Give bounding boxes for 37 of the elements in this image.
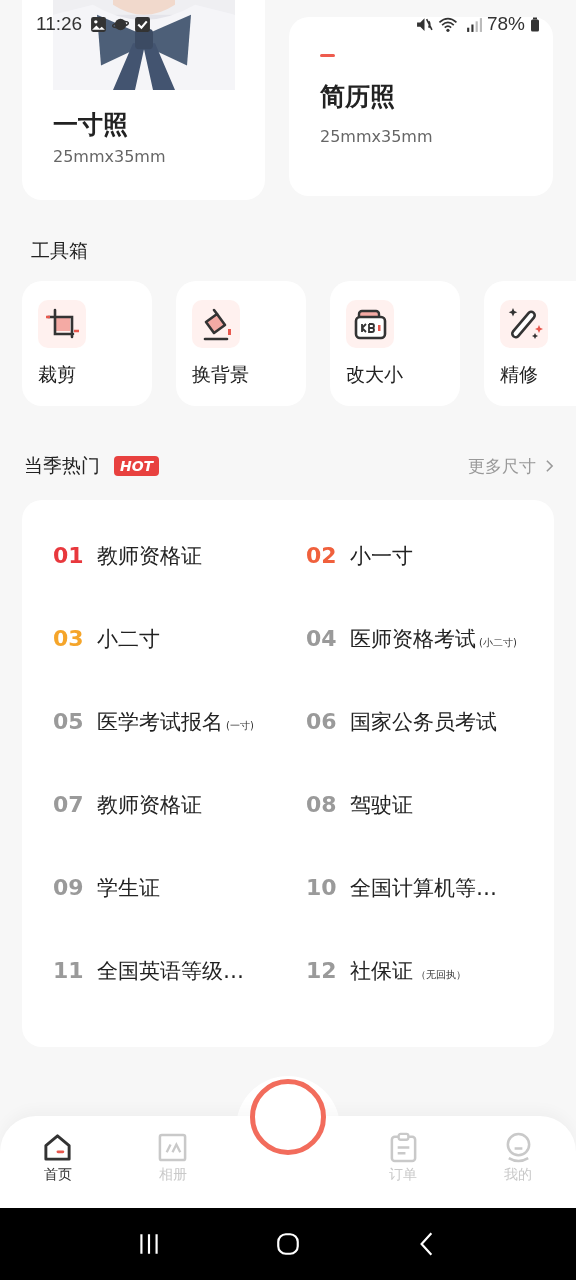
tool-card[interactable]: 改大小: [330, 281, 460, 406]
ranking-item[interactable]: 07 教师资格证: [53, 775, 306, 858]
ranking-item[interactable]: 06 国家公务员考试: [306, 692, 554, 775]
paint-bucket-icon: [192, 300, 240, 348]
tool-card[interactable]: 裁剪: [22, 281, 152, 406]
ranking-item[interactable]: 05 医学考试报名(一寸): [53, 692, 306, 775]
section-title: 工具箱: [31, 238, 89, 263]
card-title: 一寸照: [53, 109, 129, 141]
magic-wand-icon: [500, 300, 548, 348]
ranking-item[interactable]: 09 学生证: [53, 858, 306, 941]
crop-icon: [38, 300, 86, 348]
chevron-right-icon: [545, 459, 554, 473]
status-time: 11:26: [36, 13, 83, 35]
size-label: 25mmx35mm: [320, 127, 434, 146]
battery-icon: [530, 15, 540, 33]
tool-card[interactable]: 精修: [484, 281, 576, 406]
camera-button[interactable]: [250, 1079, 326, 1155]
nav-tab[interactable]: 首页: [42, 1132, 74, 1184]
mute-icon: [415, 15, 433, 33]
hot-badge: HOT: [114, 456, 160, 476]
signal-icon: [464, 15, 482, 33]
ranking-item[interactable]: 03 小二寸: [53, 609, 306, 692]
size-label: 25mmx35mm: [53, 147, 167, 166]
home-icon[interactable]: [275, 1231, 301, 1257]
ranking-item[interactable]: 04 医师资格考试(小二寸): [306, 609, 554, 692]
card-title: 简历照: [320, 81, 396, 113]
ranking-item[interactable]: 11 全国英语等级…: [53, 941, 306, 1024]
section-title: 当季热门: [24, 453, 100, 478]
wifi-icon: [437, 15, 460, 33]
ranking-item[interactable]: 10 全国计算机等…: [306, 858, 554, 941]
tool-card[interactable]: 换背景: [176, 281, 306, 406]
ranking-item[interactable]: 01 教师资格证: [53, 526, 306, 609]
accent-bar: [320, 54, 335, 57]
ranking-item[interactable]: 08 驾驶证: [306, 775, 554, 858]
ranking-item[interactable]: 12 社保证（无回执）: [306, 941, 554, 1024]
kb-file-icon: [346, 300, 394, 348]
ranking-item[interactable]: 02 小一寸: [306, 526, 554, 609]
